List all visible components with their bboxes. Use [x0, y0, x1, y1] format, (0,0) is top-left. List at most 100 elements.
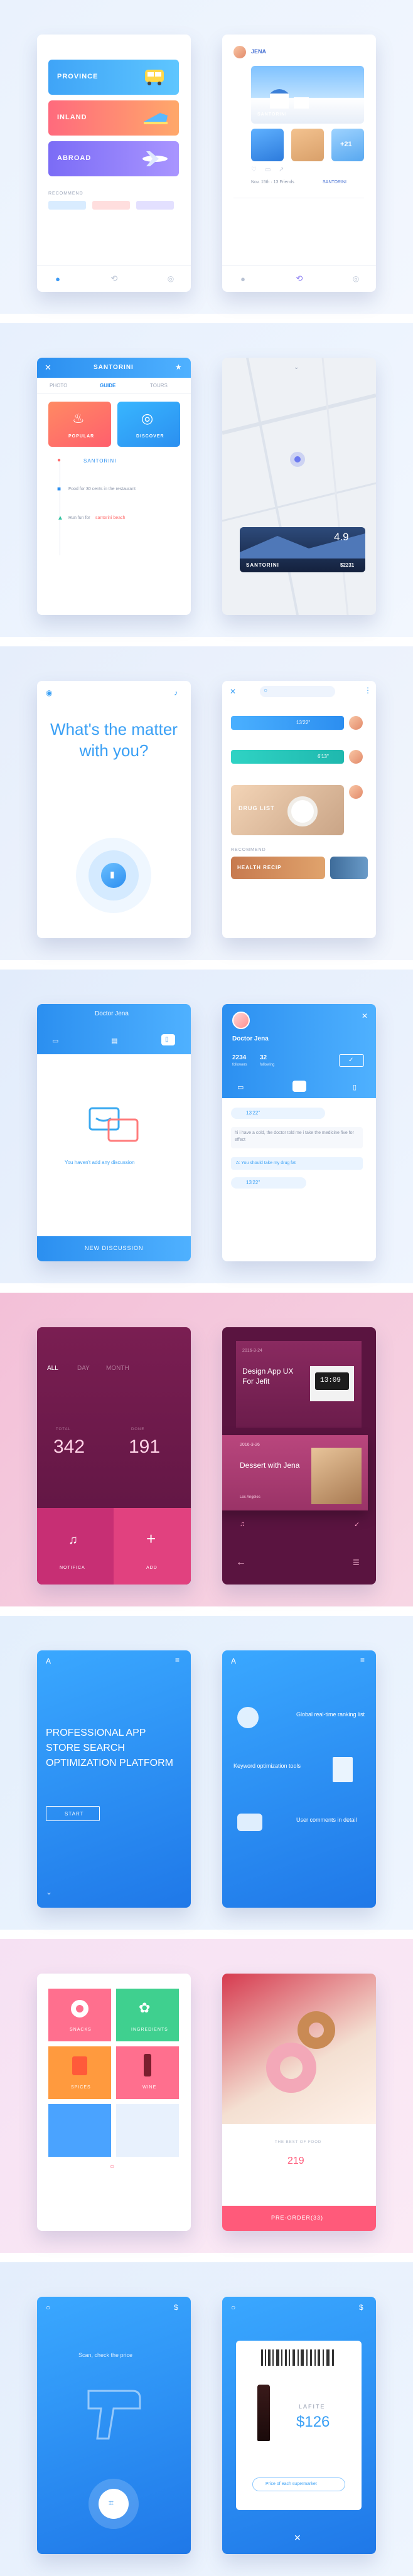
heart-icon[interactable]: ♡: [251, 166, 257, 173]
profile-name: Doctor Jena: [232, 1035, 269, 1042]
bell-icon[interactable]: ♫: [240, 1520, 245, 1528]
search-icon[interactable]: ○: [231, 2303, 235, 2312]
recipe-card-2[interactable]: [330, 857, 368, 879]
task-card-1[interactable]: 2016-3-24 Design App UX For Jefit 13:09: [236, 1341, 362, 1428]
recommend-strip-2[interactable]: [92, 201, 130, 210]
drug-list-card[interactable]: DRUG LIST: [231, 785, 344, 835]
pre-order-button[interactable]: PRE-ORDER(33): [222, 2206, 376, 2231]
popular-label: POPULAR: [68, 434, 95, 439]
hero-place-label: SANTORINI: [257, 112, 287, 117]
map[interactable]: [222, 358, 376, 615]
tab-tours[interactable]: TOURS: [150, 383, 168, 388]
total-label: TOTAL: [56, 1428, 71, 1431]
compare-prices-button[interactable]: Price of each supermarket: [252, 2477, 345, 2491]
close-icon[interactable]: ✕: [294, 2533, 301, 2543]
tab-day[interactable]: DAY: [77, 1365, 90, 1372]
recommend-strip-1[interactable]: [48, 201, 86, 210]
menu-icon[interactable]: ≡: [175, 1655, 180, 1664]
reply-bubble[interactable]: A: You should take my drug fat: [231, 1157, 363, 1170]
close-icon[interactable]: ✕: [45, 363, 51, 373]
avatar: [349, 785, 363, 799]
records-tab-icon[interactable]: ▤: [111, 1037, 117, 1045]
more-photos-badge[interactable]: +21: [331, 129, 364, 161]
active-tab-marker[interactable]: [292, 1081, 306, 1092]
menu-icon[interactable]: ≡: [360, 1655, 365, 1664]
wine-tile[interactable]: WINE: [116, 2046, 179, 2099]
tab-guide[interactable]: GUIDE: [100, 383, 115, 388]
category-tile-6[interactable]: [116, 2104, 179, 2157]
search-icon[interactable]: ○: [46, 2303, 50, 2312]
location-icon[interactable]: ●: [53, 274, 63, 284]
spices-tile[interactable]: SPICES: [48, 2046, 111, 2099]
snacks-tile[interactable]: SNACKS: [48, 1989, 111, 2041]
menu-icon[interactable]: ◉: [46, 688, 52, 697]
voice-message[interactable]: 13'22'': [231, 1108, 325, 1119]
more-icon[interactable]: ⋮: [364, 686, 372, 695]
abroad-card[interactable]: ABROAD: [48, 141, 179, 176]
inland-card[interactable]: INLAND: [48, 100, 179, 136]
tab-all[interactable]: ALL: [47, 1365, 58, 1372]
chevron-down-icon[interactable]: ⌄: [294, 364, 299, 371]
province-card[interactable]: PROVINCE: [48, 60, 179, 95]
meta-place[interactable]: SANTORINI: [323, 180, 346, 184]
avatar: [349, 716, 363, 730]
feature-ranking: Global real-time ranking list: [296, 1711, 365, 1718]
profile-tab-icon[interactable]: ▯: [353, 1083, 357, 1091]
scan-button[interactable]: ⌗: [99, 2489, 129, 2519]
start-button[interactable]: START: [46, 1806, 100, 1821]
ingredients-tile[interactable]: ✿ INGREDIENTS: [116, 1989, 179, 2041]
tab-photo[interactable]: PHOTO: [50, 383, 67, 388]
chat-tab-icon[interactable]: ▭: [237, 1083, 244, 1091]
voice-message[interactable]: 13'22'': [231, 1177, 306, 1189]
comment-icon[interactable]: ▭: [265, 166, 271, 173]
section-price-scanner: ○ $ Scan, check the price ⌗ ○ $ LAFITE $…: [0, 2262, 413, 2576]
settings-icon[interactable]: ◎: [166, 274, 176, 284]
popular-card[interactable]: ♨ POPULAR: [48, 402, 111, 447]
tab-month[interactable]: MONTH: [106, 1365, 129, 1372]
follow-button[interactable]: ✓: [339, 1054, 364, 1067]
step-beach-link[interactable]: santorini beach: [95, 516, 125, 520]
voice-chip-teal[interactable]: 6'13'': [231, 750, 344, 764]
recommend-strip-3[interactable]: [136, 201, 174, 210]
bookmark-icon[interactable]: ★: [175, 363, 182, 371]
currency-icon[interactable]: $: [174, 2303, 178, 2312]
bus-icon: [145, 70, 164, 85]
avatar[interactable]: [233, 46, 246, 58]
task-card-2[interactable]: 2016-3-26 Dessert with Jena Los Angeles: [222, 1435, 368, 1510]
refresh-icon[interactable]: ⟲: [109, 274, 119, 284]
category-tile-5[interactable]: [48, 2104, 111, 2157]
chevron-down-icon[interactable]: ⌄: [46, 1888, 52, 1896]
new-discussion-button[interactable]: NEW DISCUSSION: [37, 1236, 191, 1261]
thumb-photo-2[interactable]: [291, 129, 324, 161]
thumb-photo-1[interactable]: [251, 129, 284, 161]
hero-photo[interactable]: SANTORINI: [251, 66, 364, 124]
document-icon: [333, 1757, 353, 1782]
notification-icon[interactable]: ♪: [174, 688, 178, 697]
back-arrow-icon[interactable]: ←: [236, 1557, 246, 1568]
share-icon[interactable]: ↗: [279, 166, 284, 173]
currency-icon[interactable]: $: [359, 2303, 363, 2312]
search-icon[interactable]: ○: [110, 2162, 114, 2171]
location-icon[interactable]: ●: [238, 274, 248, 284]
start-label: START: [65, 1811, 84, 1817]
close-icon[interactable]: ✕: [362, 1012, 368, 1020]
comment-icon: [237, 1814, 262, 1831]
search-icon[interactable]: ○: [264, 687, 267, 694]
notification-button[interactable]: ♫ NOTIFICA: [37, 1508, 114, 1585]
settings-icon[interactable]: ◎: [351, 274, 361, 284]
place-card[interactable]: 4.9 SANTORINI $2231: [240, 527, 365, 572]
app-logo: A: [231, 1657, 237, 1665]
health-recipe-card[interactable]: HEALTH RECIP: [231, 857, 325, 879]
close-icon[interactable]: ✕: [230, 687, 236, 696]
add-button[interactable]: + ADD: [114, 1508, 191, 1585]
check-icon[interactable]: ✓: [354, 1520, 360, 1529]
new-discussion-label: NEW DISCUSSION: [85, 1245, 144, 1251]
voice-chip-blue[interactable]: 13'22'': [231, 716, 344, 730]
avatar[interactable]: [232, 1012, 250, 1029]
chat-tab-icon[interactable]: ▭: [52, 1037, 58, 1045]
discover-card[interactable]: ◎ DISCOVER: [117, 402, 180, 447]
mic-button[interactable]: ▮: [101, 863, 126, 888]
refresh-icon[interactable]: ⟲: [294, 274, 304, 284]
filter-icon[interactable]: ☰: [353, 1558, 360, 1567]
search-input[interactable]: [260, 686, 335, 697]
